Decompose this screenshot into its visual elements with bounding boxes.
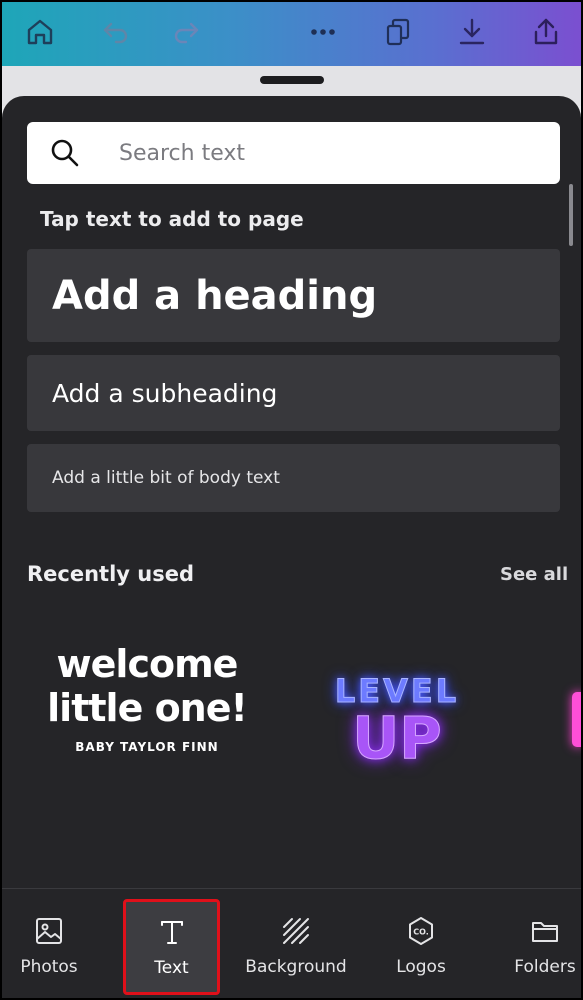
template-line: little one!: [47, 686, 248, 730]
see-all-link[interactable]: See all: [500, 564, 568, 585]
app-frame: Tap text to add to page Add a heading Ad…: [0, 0, 583, 1000]
top-toolbar: [2, 2, 581, 66]
nav-folders[interactable]: Folders: [506, 889, 581, 998]
add-body-text-label: Add a little bit of body text: [52, 468, 280, 488]
nav-label: Logos: [396, 957, 446, 977]
add-heading-button[interactable]: Add a heading: [27, 249, 560, 342]
nav-label: Folders: [514, 957, 576, 977]
add-subheading-button[interactable]: Add a subheading: [27, 355, 560, 431]
nav-text[interactable]: Text: [123, 899, 220, 995]
nav-label: Text: [154, 958, 189, 978]
nav-background[interactable]: Background: [242, 889, 350, 998]
redo-icon[interactable]: [164, 10, 208, 54]
undo-icon[interactable]: [94, 10, 138, 54]
svg-text:CO.: CO.: [413, 928, 429, 937]
background-icon: [283, 918, 309, 944]
welcome-little-one-template[interactable]: welcome little one! BABY TAYLOR FINN: [42, 642, 252, 812]
tap-text-label: Tap text to add to page: [40, 207, 304, 231]
template-line: UP: [352, 704, 443, 772]
next-template-peek[interactable]: [572, 692, 581, 747]
text-icon: [160, 921, 183, 944]
folders-icon: [532, 922, 558, 942]
home-icon[interactable]: [18, 10, 62, 54]
scrollbar-thumb[interactable]: [569, 184, 573, 246]
download-icon[interactable]: [450, 10, 494, 54]
logos-icon: CO.: [409, 917, 433, 945]
share-icon[interactable]: [524, 10, 568, 54]
photos-icon: [36, 918, 62, 944]
template-line: welcome: [56, 642, 239, 686]
template-line: BABY TAYLOR FINN: [75, 740, 219, 754]
nav-label: Background: [245, 957, 347, 977]
search-icon: [51, 139, 79, 167]
more-icon[interactable]: [301, 10, 345, 54]
level-up-template[interactable]: LEVEL UP: [302, 642, 492, 812]
nav-label: Photos: [20, 957, 78, 977]
add-subheading-label: Add a subheading: [52, 378, 278, 408]
bottom-navigation: Photos Text Background CO. Logos Folders: [2, 888, 581, 998]
search-bar[interactable]: [27, 122, 560, 184]
pages-icon[interactable]: [376, 10, 420, 54]
nav-photos[interactable]: Photos: [10, 889, 88, 998]
sheet-drag-handle[interactable]: [260, 76, 324, 84]
add-body-text-button[interactable]: Add a little bit of body text: [27, 444, 560, 512]
search-input[interactable]: [119, 136, 539, 170]
add-heading-label: Add a heading: [52, 272, 378, 319]
recently-used-heading: Recently used: [27, 562, 195, 586]
nav-logos[interactable]: CO. Logos: [382, 889, 460, 998]
